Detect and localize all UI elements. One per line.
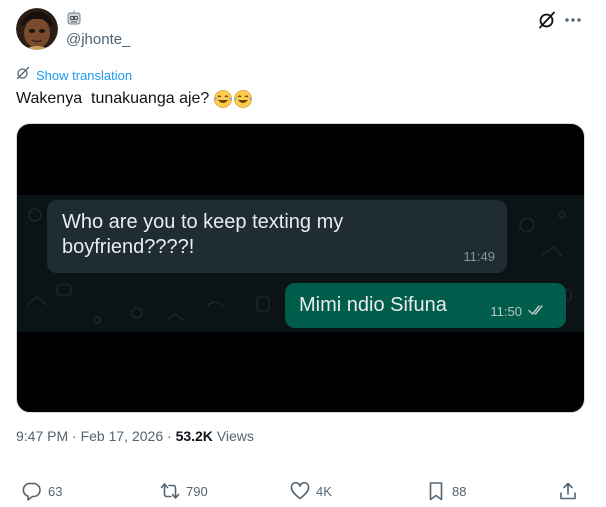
tweet-meta: 9:47 PM · Feb 17, 2026 · 53.2K Views [16, 428, 254, 444]
like-count: 4K [316, 483, 332, 499]
read-double-check-icon [528, 304, 546, 319]
chat-screenshot: Who are you to keep texting my boyfriend… [17, 195, 584, 332]
share-icon [558, 481, 578, 501]
incoming-message-bubble: Who are you to keep texting my boyfriend… [47, 200, 507, 273]
tweet-text: Wakenya tunakuanga aje? [16, 89, 253, 109]
user-handle[interactable]: @jhonte_ [66, 31, 130, 48]
outgoing-message-bubble: Mimi ndio Sifuna 11:50 [285, 283, 566, 328]
repost-button[interactable]: 790 [160, 481, 208, 501]
tweet-time[interactable]: 9:47 PM [16, 428, 68, 444]
outgoing-message-meta: 11:50 [490, 304, 546, 319]
outgoing-message-text: Mimi ndio Sifuna [299, 294, 447, 316]
share-button[interactable] [558, 481, 578, 501]
tweet-text-content: Wakenya tunakuanga aje? [16, 90, 210, 107]
grok-icon[interactable] [537, 10, 557, 30]
show-translation-label[interactable]: Show translation [36, 68, 132, 83]
incoming-message-text: Who are you to keep texting my boyfriend… [62, 211, 344, 258]
views-count: 53.2K [175, 428, 213, 444]
tweet-emojis [213, 89, 253, 109]
bookmark-button[interactable]: 88 [426, 481, 466, 501]
tweet-media-image[interactable]: Who are you to keep texting my boyfriend… [16, 123, 585, 413]
face-with-tears-of-joy-icon [234, 90, 253, 108]
incoming-message-time: 11:49 [463, 249, 495, 264]
reply-button[interactable]: 63 [22, 481, 62, 501]
face-with-tears-of-joy-icon [214, 90, 233, 108]
avatar[interactable] [16, 8, 58, 50]
reply-icon [22, 481, 42, 501]
translate-icon [16, 66, 30, 85]
views-label: Views [216, 428, 254, 444]
outgoing-message-time: 11:50 [490, 304, 522, 319]
bookmark-count: 88 [452, 483, 467, 499]
repost-icon [160, 481, 180, 501]
heart-icon [290, 481, 310, 501]
reply-count: 63 [48, 483, 63, 499]
show-translation-link[interactable]: Show translation [16, 66, 132, 84]
robot-emoji-icon [66, 10, 82, 26]
like-button[interactable]: 4K [290, 481, 332, 501]
more-options-icon[interactable] [563, 10, 583, 30]
tweet-date[interactable]: Feb 17, 2026 [81, 428, 164, 444]
repost-count: 790 [186, 483, 208, 499]
bookmark-icon [426, 481, 446, 501]
